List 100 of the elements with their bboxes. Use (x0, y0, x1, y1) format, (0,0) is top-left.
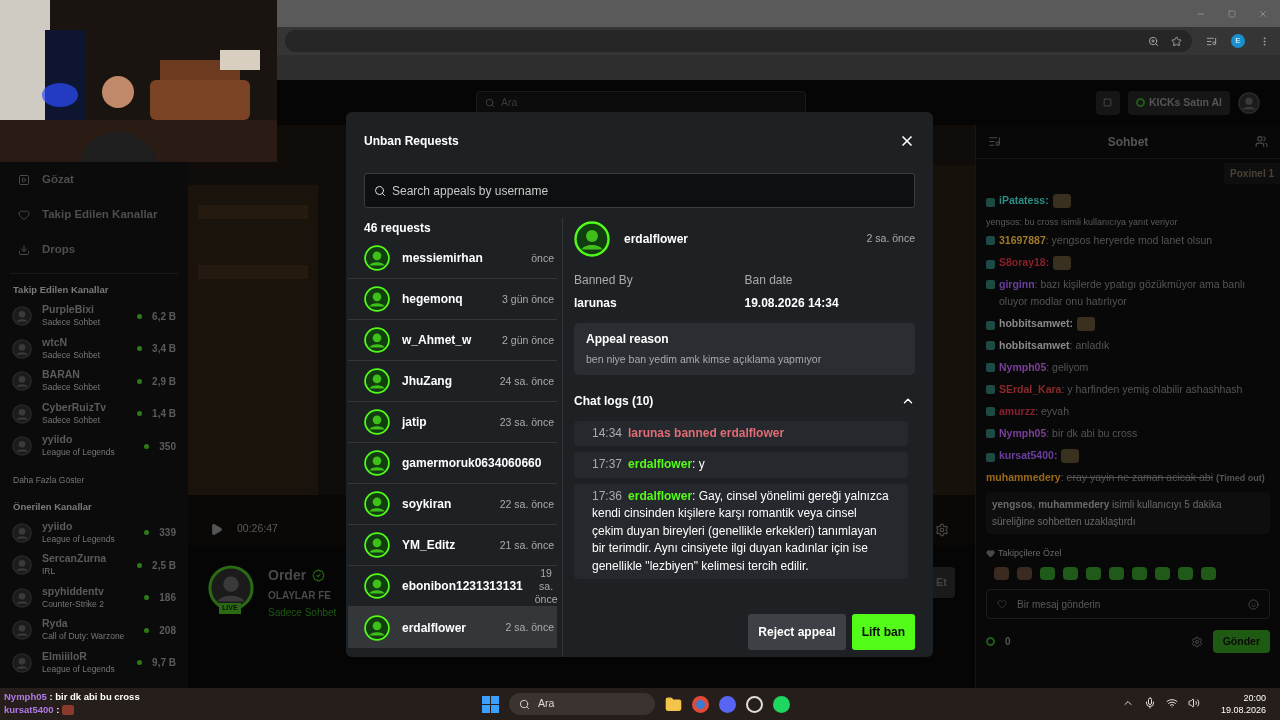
zoom-icon[interactable] (1148, 35, 1159, 47)
viewer-count: 1,4 B (152, 407, 176, 422)
nav-item[interactable]: Gözat (42, 170, 74, 189)
badge-icon (986, 321, 995, 330)
section-title: Önerilen Kanallar (12, 499, 93, 514)
request-row[interactable]: hegemonq 3 gün önce (348, 279, 557, 320)
appeal-text: ben niye ban yedim amk kimse açıklama yapmıyor (586, 352, 823, 367)
profile-button[interactable]: E (1231, 34, 1245, 48)
viewer-count: 186 (159, 591, 176, 606)
chat-app-icon[interactable] (719, 695, 736, 713)
search-icon (485, 97, 495, 108)
request-row[interactable]: jatip 23 sa. önce (348, 402, 557, 443)
system-message: yengsos, muhammedery isimli kullanıcıyı 5 dakika süreliğine sohbetten uzaklaştırdı (986, 492, 1270, 534)
request-row[interactable]: soykiran 22 sa. önce (348, 484, 557, 525)
request-row[interactable]: gamermoruk0634060660 (348, 443, 557, 484)
volume-icon[interactable] (1188, 697, 1200, 709)
show-more-link[interactable]: Daha Fazla Göster (0, 462, 188, 497)
ban-date-value: 19.08.2026 14:34 (744, 295, 840, 312)
chat-log-entry: 17:36 erdalflower: Gay, cinsel yönelimi gereği yalnızca kendi cinsinden kişilere karşı romantik veya cinsel çekim duyan bireyleri (genellikle erkekleri) tanımlayan bir terimdir. Aynı cinsiyete ilgi duyan kadınlar için ise genellikle "lezbiyen" kelimesi tercih edilir. (574, 483, 908, 580)
chat-message: Nymph05: geliyom (999, 360, 1089, 375)
avatar-icon (364, 368, 390, 394)
detail-username: erdalflower (624, 231, 690, 248)
badge-icon (986, 198, 995, 207)
channel-name[interactable]: Ryda (42, 617, 135, 631)
chat-message: 31697887: yengsos heryerde mod lanet olsun (999, 233, 1213, 248)
lift-ban-button[interactable]: Lift ban (851, 613, 915, 650)
channel-name[interactable]: spyhiddentv (42, 584, 135, 598)
stream-time: 00:26:47 (237, 521, 278, 537)
badge-icon (986, 429, 995, 438)
media-icon[interactable] (1206, 35, 1217, 47)
folder-icon[interactable] (665, 695, 682, 713)
request-row[interactable]: w_Ahmet_w 2 gün önce (348, 320, 557, 361)
channel-category: Sadece Sohbet (42, 348, 102, 362)
badge-icon (997, 599, 1007, 609)
chat-username[interactable]: S8oray18: (999, 254, 1050, 271)
channel-name[interactable]: yyiido (42, 519, 135, 533)
stream-category[interactable]: Sadece Sohbet (268, 605, 337, 620)
avatar-icon (364, 614, 390, 641)
badge-icon (986, 385, 995, 394)
channel-name[interactable]: CyberRuizTv (42, 400, 128, 414)
kicks-button[interactable]: KICKs Satın Al (1127, 90, 1230, 115)
viewer-count: 9,7 B (152, 656, 176, 671)
browser-icon[interactable] (692, 695, 709, 713)
channel-name[interactable]: SercanZurna (42, 552, 128, 566)
channel-name[interactable]: yyiido (42, 433, 135, 447)
chat-message: muhammedery: eray yayin ne zaman acicak abi (Timed out) (986, 470, 1266, 485)
recorder-icon[interactable] (746, 695, 763, 713)
request-row[interactable]: YM_Editz 21 sa. önce (348, 525, 557, 566)
request-row[interactable]: messiemirhan önce (348, 238, 557, 279)
channel-name[interactable]: ElmiiiloR (42, 649, 128, 663)
channel-name[interactable]: wtcN (42, 335, 128, 349)
badge-icon (986, 341, 995, 350)
viewer-count: 350 (159, 439, 176, 454)
avatar-icon (364, 327, 390, 353)
avatar-icon (364, 573, 390, 599)
channel-name[interactable]: BARAN (42, 368, 128, 382)
viewer-count: 3,4 B (152, 342, 176, 357)
request-row[interactable]: erdalflower 2 sa. önce (348, 607, 557, 648)
emote-icon (62, 704, 75, 715)
channel-category: League of Legends (42, 446, 116, 460)
chat-username[interactable]: kursat5400: (999, 447, 1058, 464)
avatar-icon (12, 403, 32, 424)
play-icon[interactable] (210, 522, 223, 536)
badge-icon (986, 260, 995, 269)
field-label: Ban date (744, 272, 794, 289)
settings-icon[interactable] (935, 523, 949, 537)
request-count: 46 requests (364, 220, 432, 236)
chat-log-entry: 17:37 erdalflower: y (574, 452, 908, 478)
chat-username[interactable]: hobbitsamwet: (999, 315, 1074, 332)
field-label: Banned By (574, 272, 634, 289)
chat-message: girginn: bazı kişilerde ypatıgı gözükmüyor ama banlı oluyor modlar onu hatırlıyor (999, 277, 1247, 309)
nav-item[interactable]: Drops (42, 240, 76, 259)
channel-category: IRL (42, 565, 57, 579)
avatar-icon (364, 409, 390, 435)
wifi-icon[interactable] (1166, 697, 1178, 709)
points-count: 0 (1005, 635, 1011, 649)
viewer-count: 2,5 B (152, 558, 176, 573)
chat-username[interactable]: iPatatess: (999, 192, 1049, 209)
emote-icon (1061, 448, 1080, 463)
request-row[interactable]: JhuZang 24 sa. önce (348, 361, 557, 402)
reject-button[interactable]: Reject appeal (748, 613, 846, 650)
send-button[interactable]: Gönder (1212, 630, 1270, 653)
taskbar-search[interactable]: Ara (509, 693, 655, 715)
nav-item[interactable]: Takip Edilen Kanallar (42, 205, 158, 224)
music-app-icon[interactable] (773, 695, 790, 713)
badge-icon (986, 363, 995, 372)
close-icon[interactable] (899, 133, 915, 149)
windows-start-icon[interactable] (482, 695, 499, 713)
viewer-count: 208 (159, 623, 176, 638)
avatar-icon (12, 620, 32, 641)
chat-input[interactable]: Bir mesaj gönderin (986, 589, 1270, 619)
star-icon[interactable] (1171, 35, 1182, 47)
channel-name[interactable]: PurpleBixi (42, 303, 128, 317)
search-field[interactable]: Search appeals by username (364, 173, 915, 208)
users-icon[interactable] (1255, 135, 1268, 148)
play-icon (18, 173, 30, 186)
appeal-title: Appeal reason (586, 331, 670, 348)
avatar-icon (12, 587, 32, 608)
avatar-icon (12, 338, 32, 359)
mic-icon[interactable] (1144, 697, 1156, 709)
